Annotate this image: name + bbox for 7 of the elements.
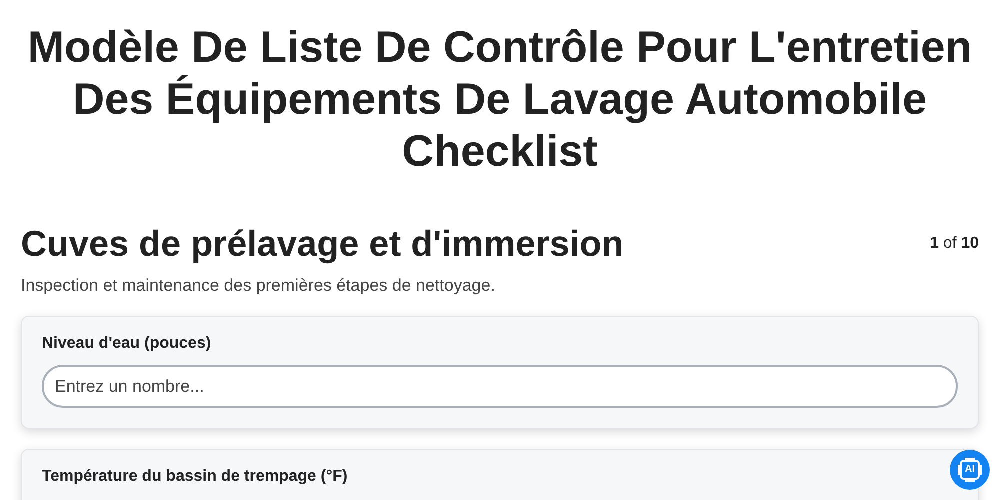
section-description: Inspection et maintenance des premières étapes de nettoyage. <box>21 276 496 296</box>
page-counter: 1 of 10 <box>930 235 979 253</box>
field-label: Niveau d'eau (pouces) <box>42 335 212 353</box>
page-title: Modèle De Liste De Contrôle Pour L'entretien Des Équipements De Lavage Automobile Checklist <box>26 22 974 178</box>
field-label: Température du bassin de trempage (°F) <box>42 468 349 486</box>
section-heading: Cuves de prélavage et d'immersion <box>21 222 624 266</box>
input-field[interactable]: Entrez un nombre... <box>42 365 958 408</box>
